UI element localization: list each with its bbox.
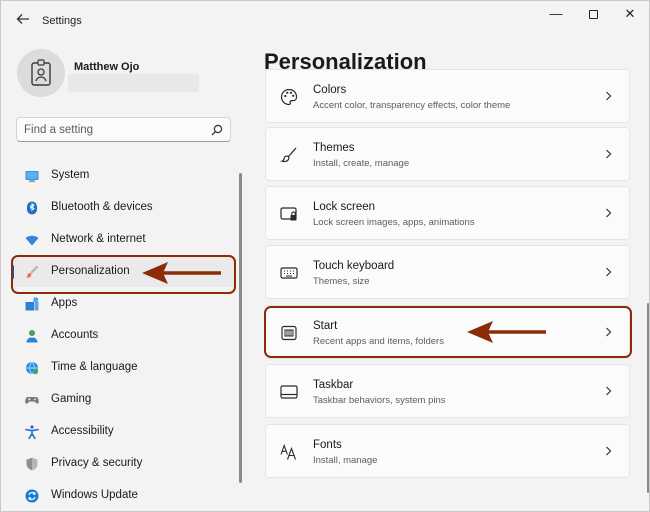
chevron-right-icon xyxy=(606,91,612,101)
avatar[interactable] xyxy=(17,49,65,97)
wifi-icon xyxy=(25,235,39,246)
sidebar-item-label: System xyxy=(51,169,90,181)
search-icon[interactable] xyxy=(210,123,224,137)
sidebar-item-label: Gaming xyxy=(51,393,92,405)
settings-card-themes[interactable]: Themes Install, create, manage xyxy=(265,127,630,181)
sidebar-item-system[interactable]: System xyxy=(11,161,235,191)
lock-screen-icon xyxy=(280,207,297,221)
annotation-arrow-left-icon xyxy=(142,262,221,284)
card-subtitle: Themes, size xyxy=(313,276,370,287)
minimize-button[interactable]: — xyxy=(541,5,571,25)
card-title: Lock screen xyxy=(313,201,376,213)
maximize-button[interactable] xyxy=(578,5,608,25)
monitor-icon xyxy=(25,171,39,182)
fonts-icon xyxy=(280,443,297,460)
sidebar-item-accounts[interactable]: Accounts xyxy=(11,321,235,351)
sidebar-item-label: Network & internet xyxy=(51,233,146,245)
sidebar-item-privacy-security[interactable]: Privacy & security xyxy=(11,449,235,479)
card-subtitle: Lock screen images, apps, animations xyxy=(313,217,475,228)
sidebar-item-label: Windows Update xyxy=(51,489,138,501)
card-title: Taskbar xyxy=(313,379,354,391)
app-title: Settings xyxy=(42,15,82,27)
sidebar-item-label: Privacy & security xyxy=(51,457,143,469)
sidebar-item-gaming[interactable]: Gaming xyxy=(11,385,235,415)
person-icon xyxy=(26,330,38,343)
settings-window: Settings — ✕ Matthew Ojo System xyxy=(0,0,650,512)
card-title: Fonts xyxy=(313,439,342,451)
highlight-box-start xyxy=(264,306,632,358)
sidebar-item-label: Time & language xyxy=(51,361,138,373)
sidebar-item-accessibility[interactable]: Accessibility xyxy=(11,417,235,447)
shield-icon xyxy=(26,457,38,471)
accessibility-icon xyxy=(25,425,39,439)
settings-card-lock-screen[interactable]: Lock screen Lock screen images, apps, an… xyxy=(265,186,630,240)
settings-card-fonts[interactable]: Fonts Install, manage xyxy=(265,424,630,478)
user-name: Matthew Ojo xyxy=(74,61,140,73)
annotation-arrow-left-icon xyxy=(467,321,546,343)
apps-icon xyxy=(25,297,39,311)
bluetooth-icon xyxy=(27,201,37,215)
chevron-right-icon xyxy=(606,386,612,396)
content-scrollbar[interactable] xyxy=(647,303,649,493)
chevron-right-icon xyxy=(606,208,612,218)
user-email-redacted xyxy=(68,74,199,92)
sidebar-item-label: Accessibility xyxy=(51,425,114,437)
sidebar-item-time-language[interactable]: Time & language xyxy=(11,353,235,383)
settings-card-touch-keyboard[interactable]: Touch keyboard Themes, size xyxy=(265,245,630,299)
controller-icon xyxy=(25,397,39,404)
globe-icon xyxy=(26,361,39,375)
search-input[interactable] xyxy=(24,122,204,138)
sidebar-scrollbar[interactable] xyxy=(239,173,242,483)
close-button[interactable]: ✕ xyxy=(615,5,645,25)
chevron-right-icon xyxy=(606,267,612,277)
settings-card-taskbar[interactable]: Taskbar Taskbar behaviors, system pins xyxy=(265,364,630,418)
sidebar-item-label: Bluetooth & devices xyxy=(51,201,153,213)
settings-card-colors[interactable]: Colors Accent color, transparency effect… xyxy=(265,69,630,123)
sidebar-item-windows-update[interactable]: Windows Update xyxy=(11,481,235,511)
sidebar-item-network[interactable]: Network & internet xyxy=(11,225,235,255)
sidebar-item-label: Accounts xyxy=(51,329,99,341)
search-box[interactable] xyxy=(16,117,231,142)
card-subtitle: Taskbar behaviors, system pins xyxy=(313,395,446,406)
chevron-right-icon xyxy=(606,149,612,159)
card-title: Colors xyxy=(313,84,347,96)
back-button[interactable] xyxy=(13,11,33,31)
sidebar-item-label: Apps xyxy=(51,297,78,309)
brush-icon xyxy=(280,147,297,163)
update-icon xyxy=(25,489,39,503)
keyboard-icon xyxy=(280,267,298,279)
card-subtitle: Install, manage xyxy=(313,455,378,466)
card-subtitle: Install, create, manage xyxy=(313,158,410,169)
card-subtitle: Accent color, transparency effects, colo… xyxy=(313,100,511,111)
back-arrow-icon xyxy=(16,14,29,24)
chevron-right-icon xyxy=(606,446,612,456)
taskbar-icon xyxy=(280,385,298,399)
sidebar-item-bluetooth[interactable]: Bluetooth & devices xyxy=(11,193,235,223)
card-title: Themes xyxy=(313,142,355,154)
palette-icon xyxy=(280,88,298,106)
id-badge-icon xyxy=(31,59,51,86)
card-title: Touch keyboard xyxy=(313,260,395,272)
maximize-icon xyxy=(588,10,598,20)
